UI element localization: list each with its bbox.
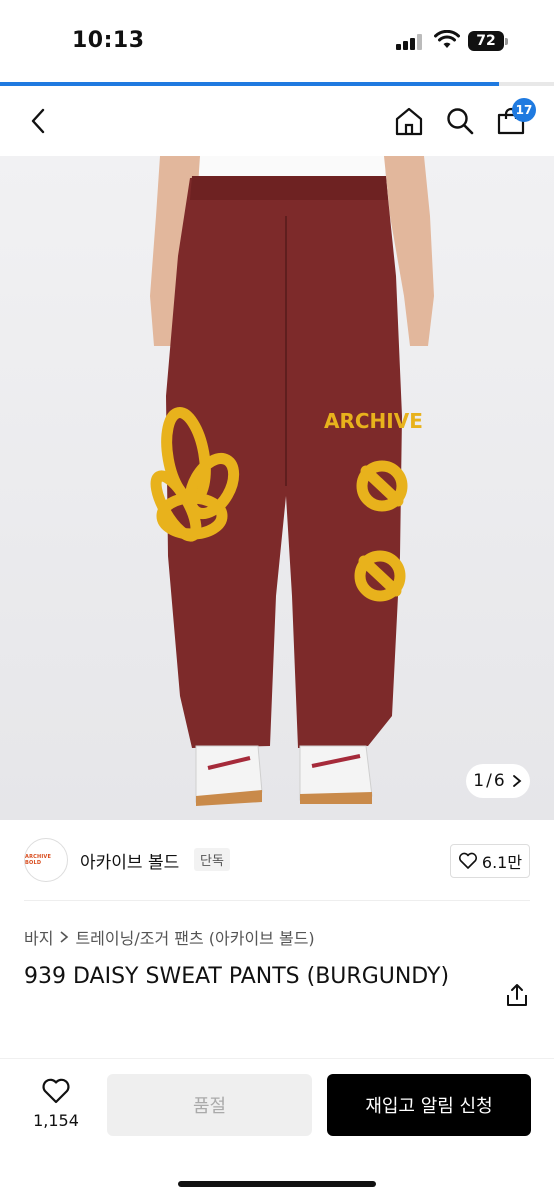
wifi-icon (434, 30, 460, 48)
product-title: 939 DAISY SWEAT PANTS (BURGUNDY) (24, 964, 450, 989)
battery-indicator: 72 (468, 31, 504, 51)
cellular-signal-icon (396, 34, 422, 50)
brand-like-button[interactable]: 6.1만 (450, 844, 530, 878)
wishlist-button[interactable]: 1,154 (30, 1077, 82, 1137)
image-counter-total: 6 (493, 771, 505, 791)
brand-logo[interactable]: ARCHIVE BOLD (24, 838, 68, 882)
top-nav: 17 (0, 90, 554, 154)
breadcrumb: 바지 트레이닝/조거 팬츠 (아카이브 볼드) (24, 925, 315, 949)
search-icon (447, 108, 474, 135)
share-icon (507, 984, 527, 1006)
heart-icon (42, 1078, 70, 1104)
chevron-right-icon (512, 775, 522, 787)
chevron-left-icon (31, 108, 45, 134)
breadcrumb-category[interactable]: 바지 (24, 925, 53, 949)
wishlist-count: 1,154 (33, 1111, 79, 1130)
product-photo: ARCHIVE (150, 156, 434, 806)
image-counter-current: 1 (473, 771, 485, 791)
cart-count-badge: 17 (512, 98, 536, 122)
home-indicator[interactable] (178, 1181, 376, 1187)
print-text: ARCHIVE (324, 409, 423, 433)
chevron-right-icon (60, 931, 69, 943)
search-button[interactable] (443, 104, 477, 138)
divider (24, 900, 530, 901)
exclusive-tag: 단독 (194, 848, 230, 871)
heart-icon (458, 852, 477, 869)
share-button[interactable] (504, 982, 530, 1008)
status-time: 10:13 (72, 28, 145, 53)
page-progress-bar (0, 82, 554, 86)
home-icon (395, 107, 423, 136)
back-button[interactable] (22, 104, 56, 138)
brand-row: ARCHIVE BOLD 아카이브 볼드 단독 6.1만 (0, 836, 554, 888)
brand-name[interactable]: 아카이브 볼드 (80, 848, 179, 873)
image-counter[interactable]: 1 / 6 (466, 764, 530, 798)
image-counter-separator: / (486, 771, 492, 791)
breadcrumb-sub-category[interactable]: 트레이닝/조거 팬츠 (아카이브 볼드) (75, 925, 314, 949)
battery-tip (505, 38, 508, 45)
home-button[interactable] (392, 104, 426, 138)
status-bar: 10:13 72 (0, 0, 554, 82)
cart-button[interactable]: 17 (494, 98, 536, 138)
product-image[interactable]: ARCHIVE 1 / 6 (0, 156, 554, 820)
restock-alert-button[interactable]: 재입고 알림 신청 (327, 1074, 531, 1136)
bottom-action-bar: 1,154 품절 재입고 알림 신청 (0, 1058, 554, 1200)
sold-out-button: 품절 (107, 1074, 312, 1136)
brand-like-count: 6.1만 (481, 853, 523, 872)
page-progress-fill (0, 82, 499, 86)
